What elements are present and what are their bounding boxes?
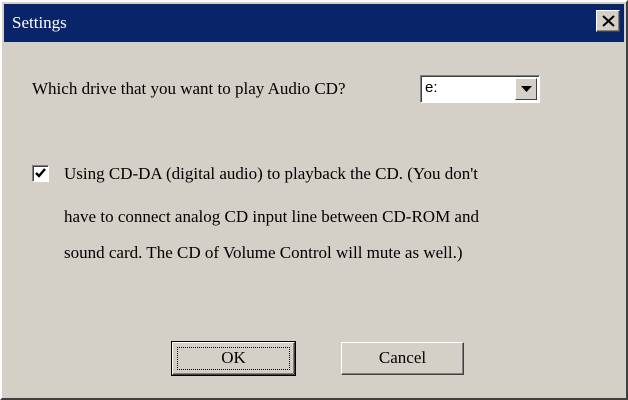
- cdda-label-line-2: have to connect analog CD input line bet…: [64, 207, 479, 226]
- drive-question-label: Which drive that you want to play Audio …: [32, 79, 346, 98]
- cdda-label-line-3: sound card. The CD of Volume Control wil…: [64, 243, 463, 262]
- settings-dialog: Settings Which drive that you want to pl…: [0, 0, 628, 400]
- cancel-button[interactable]: Cancel: [341, 342, 464, 375]
- chevron-down-icon: [521, 86, 532, 92]
- cdda-checkbox[interactable]: [32, 165, 49, 182]
- close-button[interactable]: [596, 10, 620, 32]
- ok-button-label: OK: [221, 348, 246, 367]
- ok-button[interactable]: OK: [171, 341, 296, 376]
- checkmark-icon: [35, 168, 46, 178]
- drive-select[interactable]: e:: [420, 75, 540, 103]
- cancel-button-label: Cancel: [378, 348, 427, 367]
- close-icon: [602, 15, 615, 27]
- title-bar[interactable]: Settings: [4, 4, 624, 42]
- drive-select-value: e:: [425, 79, 438, 96]
- drive-dropdown-button[interactable]: [515, 78, 537, 100]
- window-title: Settings: [12, 13, 67, 32]
- cdda-label-line-1[interactable]: Using CD-DA (digital audio) to playback …: [64, 163, 478, 185]
